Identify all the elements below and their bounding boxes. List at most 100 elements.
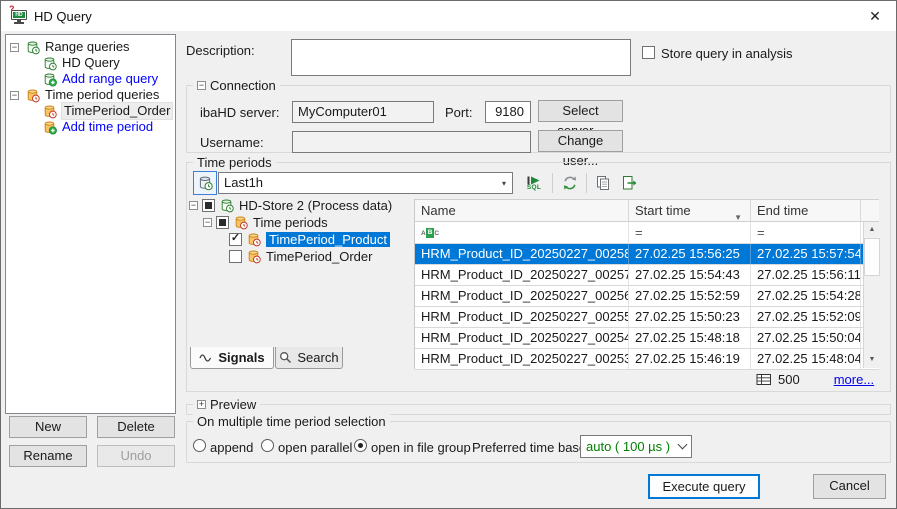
table-row[interactable]: HRM_Product_ID_20250227_00256 27.02.25 1… xyxy=(415,286,879,307)
expand-icon[interactable]: + xyxy=(197,400,206,409)
tab-signals[interactable]: Signals xyxy=(190,347,274,369)
column-header-end-time[interactable]: End time xyxy=(751,200,861,221)
tree-item-time-period-queries[interactable]: − Time period queries xyxy=(6,87,175,103)
scroll-down-icon[interactable]: ▼ xyxy=(864,352,880,368)
store-tree-item-time-periods[interactable]: − Time periods xyxy=(203,214,328,231)
timeperiod-product-icon xyxy=(246,232,261,247)
undo-button[interactable]: Undo xyxy=(97,445,175,467)
close-icon[interactable]: ✕ xyxy=(858,1,892,31)
tree-item-add-range-query[interactable]: Add range query xyxy=(6,71,175,87)
preferred-time-base-label: Preferred time base: xyxy=(472,440,590,455)
new-button[interactable]: New xyxy=(9,416,87,438)
time-period-table: Name Start time ▼ End time ABC = = HRM_P… xyxy=(414,199,879,369)
cancel-button[interactable]: Cancel xyxy=(813,474,886,499)
store-query-checkbox[interactable] xyxy=(642,46,655,59)
hd-store-tree: − HD-Store 2 (Process data) − Time perio… xyxy=(189,197,411,347)
result-count-row: 500 more... xyxy=(756,372,874,387)
table-row[interactable]: HRM_Product_ID_20250227_00258 27.02.25 1… xyxy=(415,244,879,265)
collapse-icon[interactable]: − xyxy=(10,43,19,52)
execute-query-button[interactable]: Execute query xyxy=(648,474,760,499)
window-title: HD Query xyxy=(34,9,92,24)
timeperiod-product-checkbox[interactable]: ✓ xyxy=(229,233,242,246)
time-period-mode-button[interactable] xyxy=(193,171,217,195)
signal-wave-icon xyxy=(199,352,213,364)
radio-append-label[interactable]: append xyxy=(210,440,253,455)
collapse-icon[interactable]: − xyxy=(197,81,206,90)
username-input[interactable] xyxy=(292,131,531,153)
multi-selection-group-title: On multiple time period selection xyxy=(197,414,386,429)
rename-button[interactable]: Rename xyxy=(9,445,87,467)
collapse-icon[interactable]: − xyxy=(203,218,212,227)
result-count: 500 xyxy=(778,372,800,387)
refresh-icon xyxy=(562,175,578,191)
time-period-db-icon xyxy=(197,175,213,191)
table-scrollbar[interactable]: ▲ ▼ xyxy=(863,222,880,368)
filter-start-cell[interactable]: = xyxy=(629,222,751,243)
column-header-name[interactable]: Name xyxy=(415,200,629,221)
more-link[interactable]: more... xyxy=(834,372,874,387)
hd-query-dialog: ? HD HD Query ✕ − Range queries HD Query… xyxy=(0,0,897,509)
range-query-icon xyxy=(25,40,40,55)
radio-open-in-file-group-label[interactable]: open in file group xyxy=(371,440,471,455)
table-filter-row: ABC = = xyxy=(415,222,879,244)
export-icon xyxy=(621,175,637,191)
query-tree-panel: − Range queries HD Query Add range query… xyxy=(5,34,176,414)
delete-button[interactable]: Delete xyxy=(97,416,175,438)
store-query-label[interactable]: Store query in analysis xyxy=(661,46,793,61)
change-user-button[interactable]: Change user... xyxy=(538,130,623,152)
title-bar: ? HD HD Query ✕ xyxy=(1,1,896,31)
range-query-icon xyxy=(42,56,57,71)
radio-open-parallel[interactable] xyxy=(261,439,274,452)
scrollbar-thumb[interactable] xyxy=(864,238,880,276)
export-button[interactable] xyxy=(617,171,641,195)
description-label: Description: xyxy=(186,43,255,58)
search-icon xyxy=(279,351,292,364)
table-row[interactable]: HRM_Product_ID_20250227_00253 27.02.25 1… xyxy=(415,349,879,370)
hd-store-checkbox[interactable] xyxy=(202,199,215,212)
chevron-down-icon[interactable] xyxy=(673,439,691,454)
store-tree-item-timeperiod-product[interactable]: ✓ TimePeriod_Product xyxy=(229,231,390,248)
radio-open-parallel-label[interactable]: open parallel xyxy=(278,440,352,455)
column-header-start-time[interactable]: Start time ▼ xyxy=(629,200,751,221)
ibahd-server-input[interactable]: MyComputer01 xyxy=(292,101,434,123)
tree-item-range-queries[interactable]: − Range queries xyxy=(6,39,175,55)
description-input[interactable] xyxy=(291,39,631,76)
timeperiod-order-checkbox[interactable] xyxy=(229,250,242,263)
table-header-row: Name Start time ▼ End time xyxy=(415,200,879,222)
hd-label: HD xyxy=(13,12,25,18)
username-label: Username: xyxy=(200,135,264,150)
collapse-icon[interactable]: − xyxy=(10,91,19,100)
port-input[interactable]: 9180 xyxy=(485,101,531,123)
filter-name-cell[interactable]: ABC xyxy=(415,222,629,243)
refresh-button[interactable] xyxy=(558,171,582,195)
table-count-icon xyxy=(756,373,772,386)
time-periods-checkbox[interactable] xyxy=(216,216,229,229)
time-base-combobox[interactable]: auto ( 100 µs ) xyxy=(580,435,692,458)
connection-group: − Connection ibaHD server: MyComputer01 … xyxy=(186,85,891,153)
tree-item-timeperiod-order[interactable]: TimePeriod_Order xyxy=(6,103,175,119)
radio-open-in-file-group[interactable] xyxy=(354,439,367,452)
tree-item-add-time-period[interactable]: Add time period xyxy=(6,119,175,135)
tree-item-hd-query[interactable]: HD Query xyxy=(6,55,175,71)
hd-query-app-icon: ? HD xyxy=(11,8,28,25)
table-row[interactable]: HRM_Product_ID_20250227_00255 27.02.25 1… xyxy=(415,307,879,328)
port-label: Port: xyxy=(445,105,472,120)
select-server-button[interactable]: Select server... xyxy=(538,100,623,122)
radio-append[interactable] xyxy=(193,439,206,452)
multi-selection-group: On multiple time period selection append… xyxy=(186,421,891,463)
collapse-icon[interactable]: − xyxy=(189,201,198,210)
time-period-filter-combobox[interactable]: Last1h ▾ xyxy=(218,172,513,194)
copy-button[interactable] xyxy=(591,171,615,195)
chevron-down-icon[interactable]: ▾ xyxy=(496,179,512,188)
add-time-period-icon xyxy=(42,120,57,135)
tab-search[interactable]: Search xyxy=(275,347,343,369)
table-row[interactable]: HRM_Product_ID_20250227_00254 27.02.25 1… xyxy=(415,328,879,349)
store-tree-item-hd-store[interactable]: − HD-Store 2 (Process data) xyxy=(189,197,392,214)
scroll-up-icon[interactable]: ▲ xyxy=(864,222,880,238)
filter-end-cell[interactable]: = xyxy=(751,222,861,243)
add-range-query-icon xyxy=(42,72,57,87)
preview-group-title: Preview xyxy=(210,397,256,412)
sql-query-button[interactable]: SQL xyxy=(522,171,546,195)
store-tree-item-timeperiod-order[interactable]: TimePeriod_Order xyxy=(229,248,372,265)
table-row[interactable]: HRM_Product_ID_20250227_00257 27.02.25 1… xyxy=(415,265,879,286)
